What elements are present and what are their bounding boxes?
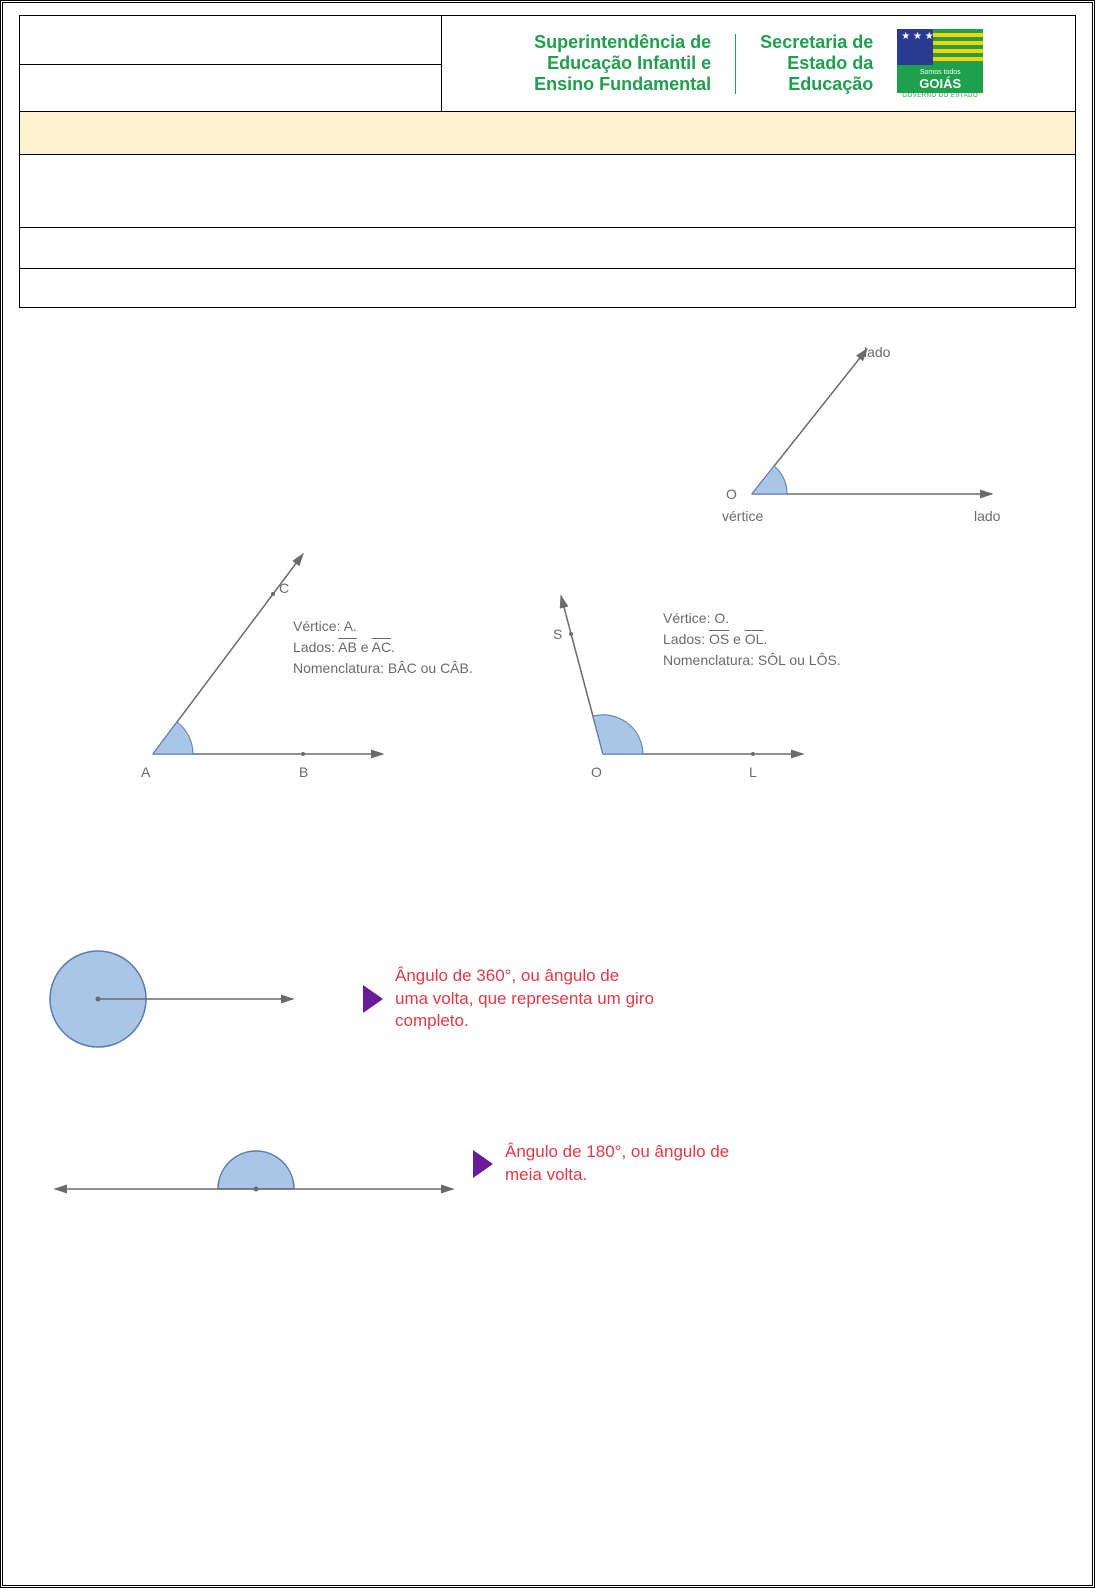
turn-half-svg (43, 1124, 473, 1214)
triangle-marker-icon (363, 985, 383, 1013)
angleA-line2: Lados: AB e AC. (293, 637, 503, 658)
header-cell-top-left (20, 16, 442, 65)
angleO-label-L: L (749, 762, 757, 783)
angleO-label-O: O (591, 762, 602, 783)
badge-flag-icon (897, 29, 983, 65)
angleO-line2: Lados: OS e OL. (663, 629, 893, 650)
fig1-label-vertice: vértice (722, 506, 763, 527)
header-cell-logos: Superintendência de Educação Infantil e … (442, 16, 1076, 112)
header-row-blank-2 (20, 228, 1076, 269)
fig1-label-side-right: lado (974, 506, 1000, 527)
logo-superintendencia: Superintendência de Educação Infantil e … (534, 32, 711, 94)
figure-angle-basic: lado O vértice lado (692, 334, 1022, 544)
badge-label: Somos todos GOIÁS (897, 65, 983, 93)
logo-secretaria: Secretaria de Estado da Educação (760, 32, 873, 94)
triangle-marker-icon (473, 1150, 493, 1178)
turn-half-row: Ângulo de 180°, ou ângulo de meia volta. (43, 1124, 1052, 1204)
header-table: Superintendência de Educação Infantil e … (19, 15, 1076, 308)
page: Superintendência de Educação Infantil e … (0, 0, 1095, 1588)
turns-section: Ângulo de 360°, ou ângulo de uma volta, … (43, 944, 1052, 1204)
angleA-line1: Vértice: A. (293, 616, 503, 637)
turn-half-text: Ângulo de 180°, ou ângulo de meia volta. (505, 1141, 765, 1187)
turn-full-diagram (43, 944, 363, 1054)
goias-badge: Somos todos GOIÁS GOVERNO DO ESTADO (897, 29, 983, 99)
turn-half-diagram (43, 1124, 473, 1204)
angleA-label-A: A (141, 762, 150, 783)
fig1-label-side-top: lado (864, 342, 890, 363)
content-area: lado O vértice lado (19, 308, 1076, 1204)
angleA-label-B: B (299, 762, 308, 783)
logo2-line3: Educação (760, 74, 873, 95)
figure-angle-O: O L S Vértice: O. Lados: OS e OL. Nomenc… (553, 544, 933, 784)
badge-small-text: Somos todos (897, 69, 983, 76)
turn-full-svg (43, 944, 323, 1064)
logo1-line2: Educação Infantil e (534, 53, 711, 74)
logo-row: Superintendência de Educação Infantil e … (450, 29, 1067, 99)
logo1-line1: Superintendência de (534, 32, 711, 53)
angleO-label-S: S (553, 624, 562, 645)
logo2-line2: Estado da (760, 53, 873, 74)
figure-row-annotated-angles: A B C Vértice: A. Lados: AB e AC. Nomenc… (133, 544, 1052, 784)
badge-sub-text: GOVERNO DO ESTADO (897, 93, 983, 99)
header-cell-bottom-left (20, 65, 442, 112)
badge-stripes-icon (933, 29, 983, 65)
logo-divider (735, 34, 736, 94)
header-row-yellow (20, 112, 1076, 155)
angleO-line3: Nomenclatura: SÔL ou LÔS. (663, 650, 893, 671)
angleA-label-C: C (279, 578, 289, 599)
logo1-line3: Ensino Fundamental (534, 74, 711, 95)
badge-main-text: GOIÁS (919, 76, 961, 91)
angleA-line3: Nomenclatura: BÂC ou CÂB. (293, 658, 503, 679)
header-row-blank-1 (20, 155, 1076, 228)
turn-full-row: Ângulo de 360°, ou ângulo de uma volta, … (43, 944, 1052, 1054)
turn-full-text: Ângulo de 360°, ou ângulo de uma volta, … (395, 965, 655, 1034)
figure-angle-A: A B C Vértice: A. Lados: AB e AC. Nomenc… (133, 544, 513, 784)
fig1-label-O: O (726, 484, 737, 505)
header-row-blank-3 (20, 269, 1076, 308)
logo2-line1: Secretaria de (760, 32, 873, 53)
angleO-line1: Vértice: O. (663, 608, 893, 629)
